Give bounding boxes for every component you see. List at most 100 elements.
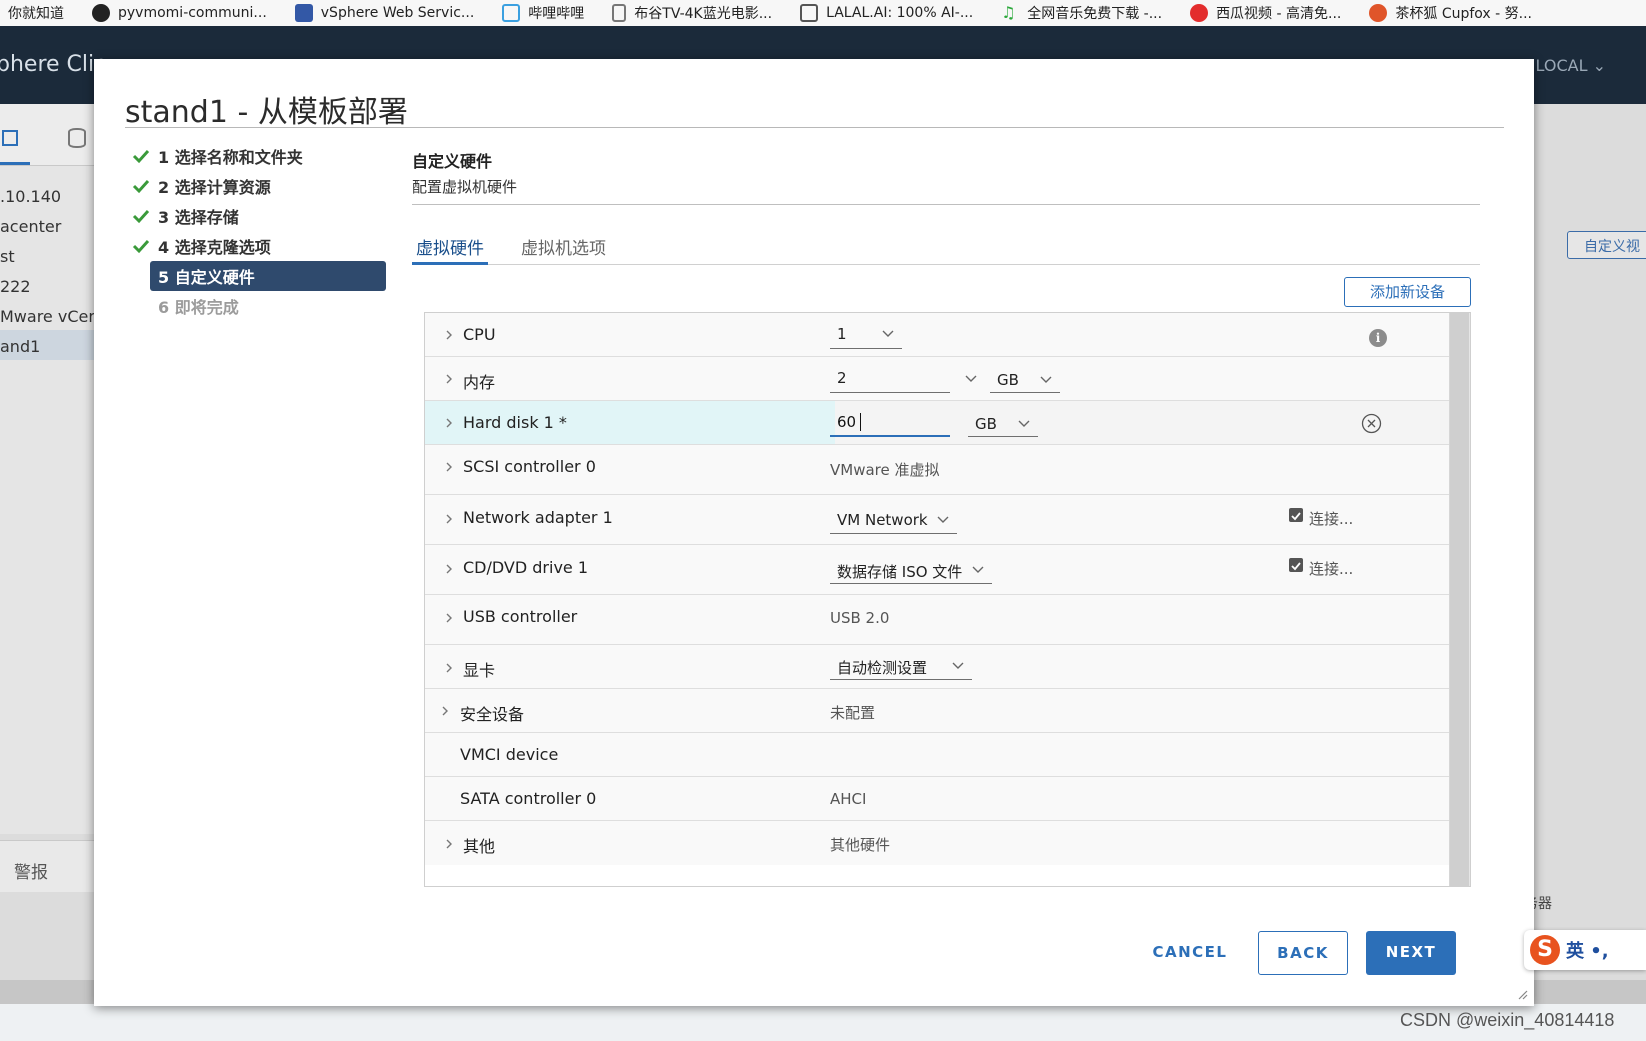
cdrom-connect-checkbox[interactable] (1289, 558, 1303, 572)
tab-virtual-hardware[interactable]: 虚拟硬件 (412, 227, 488, 265)
sata-label: SATA controller 0 (460, 789, 597, 808)
add-new-device-button[interactable]: 添加新设备 (1344, 277, 1471, 307)
cdrom-select[interactable]: 数据存储 ISO 文件 (830, 557, 992, 584)
info-icon[interactable]: i (1369, 329, 1387, 347)
network-connect-checkbox[interactable] (1289, 508, 1303, 522)
resize-grip-icon[interactable] (1516, 988, 1528, 1000)
chevron-right-icon[interactable] (439, 705, 451, 717)
check-icon (132, 179, 150, 194)
vmci-label: VMCI device (460, 745, 559, 764)
active-tab-indicator (0, 162, 30, 165)
cdrom-connect-label: 连接... (1309, 560, 1354, 578)
check-icon (132, 149, 150, 164)
hardware-row-sata: SATA controller 0 AHCI (425, 777, 1451, 821)
hardware-scrollbar[interactable] (1449, 313, 1470, 886)
ime-mode: 英 •, (1566, 941, 1609, 962)
network-select[interactable]: VM Network (830, 507, 957, 534)
chevron-right-icon[interactable] (443, 662, 455, 674)
security-device-label: 安全设备 (460, 705, 525, 724)
chevron-down-icon (972, 566, 984, 573)
cancel-button[interactable]: CANCEL (1140, 931, 1240, 975)
hardware-row-cpu: CPU 1 i (425, 313, 1451, 357)
storage-icon[interactable] (68, 128, 86, 148)
bookmarks-bar: 你就知道 pyvmomi-communi... vSphere Web Serv… (0, 0, 1646, 26)
chevron-right-icon[interactable] (443, 329, 455, 341)
music-icon: ♫ (1001, 3, 1016, 22)
other-value: 其他硬件 (830, 836, 891, 854)
chevron-right-icon[interactable] (443, 373, 455, 385)
other-label: 其他 (463, 837, 496, 856)
chevron-right-icon[interactable] (443, 417, 455, 429)
inventory-item[interactable]: Mware vCen (0, 307, 98, 326)
title-divider (125, 127, 1504, 128)
cdrom-label: CD/DVD drive 1 (463, 558, 589, 577)
section-title: 自定义硬件 (412, 152, 493, 171)
hard-disk-unit-select[interactable]: GB (968, 411, 1038, 437)
hardware-row-cdrom: CD/DVD drive 1 数据存储 ISO 文件 连接... (425, 545, 1451, 595)
github-icon (92, 4, 110, 22)
inventory-item[interactable]: acenter (0, 217, 61, 236)
bookmark-4[interactable]: 布谷TV-4K蓝光电影... (598, 0, 786, 26)
bookmark-1[interactable]: pyvmomi-communi... (78, 0, 281, 26)
bookmark-5[interactable]: LALAL.AI: 100% AI-... (786, 0, 987, 26)
inventory-item[interactable]: 222 (0, 277, 31, 296)
tab-vm-options[interactable]: 虚拟机选项 (517, 227, 610, 265)
next-button[interactable]: NEXT (1366, 931, 1456, 975)
step-1[interactable]: 1 选择名称和文件夹 (132, 141, 388, 171)
inventory-item[interactable]: st (0, 247, 15, 266)
chevron-right-icon[interactable] (443, 838, 455, 850)
inventory-tabs (0, 104, 96, 166)
hardware-row-network: Network adapter 1 VM Network 连接... (425, 495, 1451, 545)
network-label: Network adapter 1 (463, 508, 613, 527)
hardware-row-other: 其他 其他硬件 (425, 821, 1451, 865)
chevron-right-icon[interactable] (443, 461, 455, 473)
chevron-right-icon[interactable] (443, 513, 455, 525)
chevron-down-icon (937, 516, 949, 523)
network-connect-label: 连接... (1309, 510, 1354, 528)
bookmark-2[interactable]: vSphere Web Servic... (281, 0, 489, 26)
memory-unit-select[interactable]: GB (990, 367, 1060, 393)
lalal-icon (800, 4, 819, 22)
step-4[interactable]: 4 选择克隆选项 (132, 231, 388, 261)
user-menu[interactable]: LOCAL ⌄ (1536, 56, 1606, 75)
inventory-item[interactable]: .10.140 (0, 187, 61, 206)
wizard-steps: 1 选择名称和文件夹 2 选择计算资源 3 选择存储 4 选择克隆选项 5 自定… (132, 141, 388, 321)
chevron-right-icon[interactable] (443, 612, 455, 624)
scsi-label: SCSI controller 0 (463, 457, 596, 476)
step-3[interactable]: 3 选择存储 (132, 201, 388, 231)
video-card-select[interactable]: 自动检测设置 (830, 653, 972, 680)
dialog-title: stand1 - 从模板部署 (125, 95, 408, 130)
remove-device-icon[interactable] (1361, 413, 1382, 434)
inventory-item[interactable]: and1 (0, 337, 40, 356)
back-button[interactable]: BACK (1258, 931, 1348, 975)
cpu-count-select[interactable]: 1 (830, 325, 902, 349)
app-title: phere Clie (0, 52, 108, 77)
hardware-row-scsi: SCSI controller 0 VMware 准虚拟 (425, 445, 1451, 495)
step-6: 6 即将完成 (158, 298, 239, 317)
bookmark-7[interactable]: 西瓜视频 - 高清免... (1176, 0, 1355, 26)
chevron-down-icon[interactable] (965, 375, 977, 383)
deploy-from-template-dialog: stand1 - 从模板部署 1 选择名称和文件夹 2 选择计算资源 3 选择存… (94, 59, 1534, 1006)
hard-disk-label: Hard disk 1 * (463, 413, 567, 432)
usb-label: USB controller (463, 607, 578, 626)
scrollbar-thumb[interactable] (1450, 313, 1469, 886)
section-divider (412, 204, 1480, 205)
checkmark-icon (1291, 512, 1301, 521)
hard-disk-size-input[interactable]: 60 (830, 409, 950, 437)
hardware-row-hard-disk: Hard disk 1 * 60 GB (425, 401, 1451, 445)
memory-size-input[interactable]: 2 (830, 367, 950, 393)
bookmark-0[interactable]: 你就知道 (0, 0, 78, 26)
chevron-down-icon (1018, 420, 1030, 427)
bookmark-3[interactable]: 哔哩哔哩 (488, 0, 598, 26)
bookmark-6[interactable]: ♫ 全网音乐免费下载 -... (987, 0, 1176, 26)
customize-view-button[interactable]: 自定义视 (1567, 231, 1646, 259)
bookmark-8[interactable]: 茶杯狐 Cupfox - 努... (1355, 0, 1546, 26)
ime-toolbar[interactable]: S 英 •, (1524, 930, 1646, 970)
cupfox-icon (1369, 4, 1388, 22)
vms-icon[interactable] (2, 130, 18, 146)
step-5-active[interactable]: 5 自定义硬件 (150, 261, 386, 291)
step-2[interactable]: 2 选择计算资源 (132, 171, 388, 201)
sogou-logo-icon: S (1530, 935, 1560, 965)
chevron-down-icon: ⌄ (1592, 56, 1606, 75)
chevron-right-icon[interactable] (443, 563, 455, 575)
